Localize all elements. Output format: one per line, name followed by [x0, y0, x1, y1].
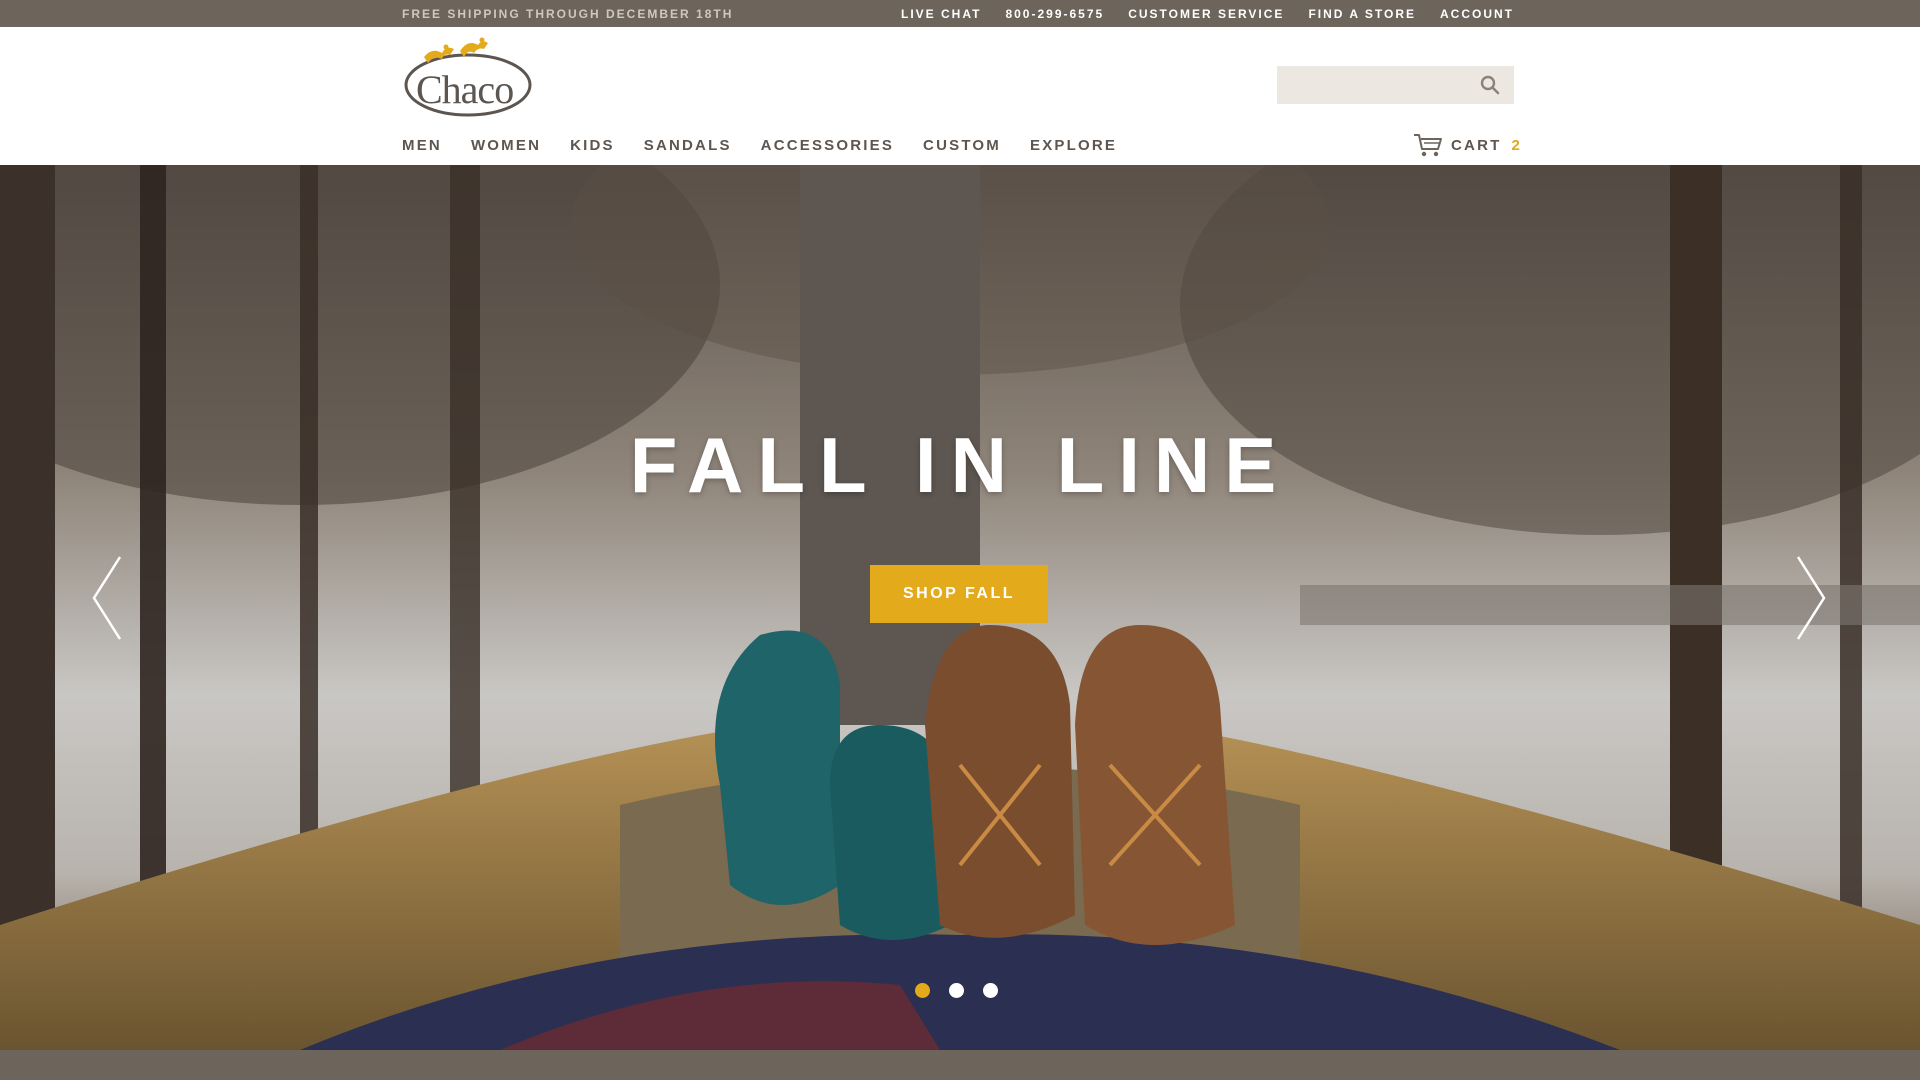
chevron-left-icon[interactable]	[88, 553, 128, 643]
logo-wordmark: Chaco	[416, 67, 514, 112]
search-icon[interactable]	[1480, 75, 1500, 95]
search-box[interactable]	[1277, 66, 1514, 104]
account-link[interactable]: ACCOUNT	[1440, 7, 1514, 21]
footer-strip	[0, 1050, 1920, 1080]
free-shipping-promo: FREE SHIPPING THROUGH DECEMBER 18TH	[402, 6, 734, 21]
nav-accessories[interactable]: ACCESSORIES	[761, 137, 894, 154]
slide-dot-1[interactable]	[915, 983, 930, 998]
cart-icon	[1414, 134, 1442, 157]
nav-custom[interactable]: CUSTOM	[923, 137, 1001, 154]
nav-women[interactable]: WOMEN	[471, 137, 541, 154]
live-chat-link[interactable]: LIVE CHAT	[901, 7, 981, 21]
slide-dot-3[interactable]	[983, 983, 998, 998]
hero-headline: FALL IN LINE	[629, 421, 1291, 509]
phone-link[interactable]: 800-299-6575	[1005, 7, 1104, 21]
shop-fall-button[interactable]: SHOP FALL	[870, 565, 1048, 623]
nav-men[interactable]: MEN	[402, 137, 442, 154]
nav-kids[interactable]: KIDS	[570, 137, 615, 154]
utility-bar: FREE SHIPPING THROUGH DECEMBER 18TH LIVE…	[0, 0, 1920, 27]
search-input[interactable]	[1277, 66, 1467, 104]
slide-dot-2[interactable]	[949, 983, 964, 998]
nav-sandals[interactable]: SANDALS	[644, 137, 732, 154]
main-navigation: MEN WOMEN KIDS SANDALS ACCESSORIES CUSTO…	[402, 137, 1146, 154]
nav-explore[interactable]: EXPLORE	[1030, 137, 1117, 154]
find-a-store-link[interactable]: FIND A STORE	[1308, 7, 1416, 21]
hero-slider: FALL IN LINE SHOP FALL	[0, 165, 1920, 1050]
chaco-logo[interactable]: Chaco	[402, 35, 534, 121]
utility-links: LIVE CHAT 800-299-6575 CUSTOMER SERVICE …	[901, 7, 1514, 21]
slider-pagination	[915, 983, 998, 998]
cart-count-badge: 2	[1511, 136, 1520, 154]
cart-label: CART	[1451, 136, 1502, 154]
cart-button[interactable]: CART 2	[1413, 131, 1520, 159]
chevron-right-icon[interactable]	[1790, 553, 1830, 643]
customer-service-link[interactable]: CUSTOMER SERVICE	[1128, 7, 1284, 21]
site-header: Chaco MEN WOMEN KIDS SANDALS ACCESSORIES…	[0, 27, 1920, 165]
